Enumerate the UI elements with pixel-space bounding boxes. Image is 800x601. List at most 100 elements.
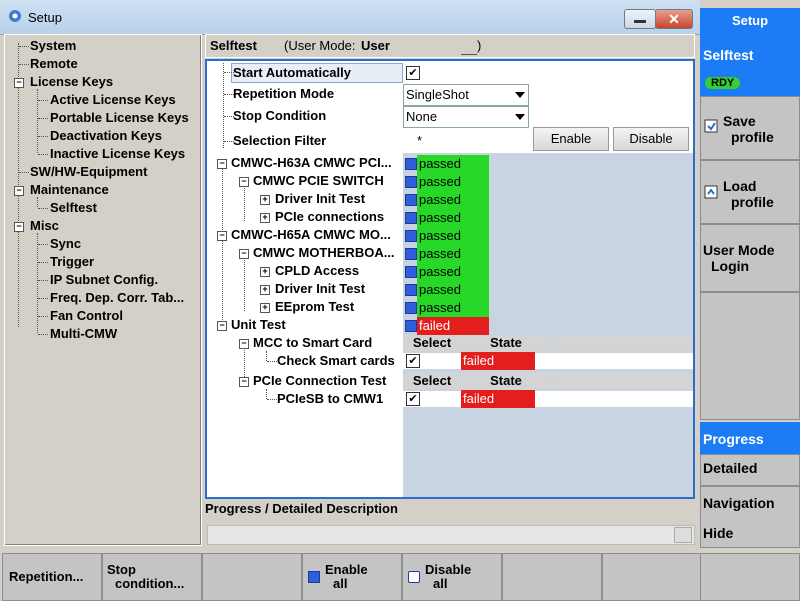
tree-item-portable-license-keys[interactable]: Portable License Keys xyxy=(50,110,189,125)
test-node-cmwc-h63a[interactable]: CMWC-H63A CMWC PCI... xyxy=(231,155,392,170)
window-title: Setup xyxy=(28,10,62,25)
enable-all-softkey[interactable]: Enable all xyxy=(302,553,402,601)
collapse-icon[interactable]: − xyxy=(239,249,249,259)
status-badge: passed xyxy=(417,191,489,209)
check-smart-cards-checkbox[interactable]: ✔ xyxy=(406,354,420,368)
selftest-softkey[interactable]: Selftest RDY xyxy=(700,34,800,96)
tree-item-ip-subnet-config[interactable]: IP Subnet Config. xyxy=(50,272,158,287)
test-node-eeprom-test[interactable]: EEprom Test xyxy=(275,299,354,314)
select-indicator[interactable] xyxy=(405,230,417,242)
disable-all-softkey[interactable]: Disable all xyxy=(402,553,502,601)
select-indicator[interactable] xyxy=(405,212,417,224)
selection-filter-value[interactable]: * xyxy=(417,133,422,148)
tree-item-multi-cmw[interactable]: Multi-CMW xyxy=(50,326,117,341)
stop-softkey-line2: condition... xyxy=(115,576,185,591)
selection-filter-label: Selection Filter xyxy=(233,133,327,148)
stop-condition-softkey[interactable]: Stop condition... xyxy=(102,553,202,601)
select-column-header: Select xyxy=(403,373,461,389)
expand-icon[interactable]: + xyxy=(260,285,270,295)
disable-all-icon xyxy=(408,571,420,583)
tree-item-system[interactable]: System xyxy=(30,38,76,53)
navigation-label: Navigation xyxy=(703,495,775,511)
collapse-icon[interactable]: − xyxy=(239,177,249,187)
load-profile-softkey[interactable]: Load profile xyxy=(700,160,800,224)
tree-item-license-keys[interactable]: License Keys xyxy=(30,74,113,89)
test-node-check-smart-cards[interactable]: Check Smart cards xyxy=(277,353,395,368)
state-column-header: State xyxy=(461,335,551,351)
collapse-icon[interactable]: − xyxy=(217,231,227,241)
test-node-unit-test[interactable]: Unit Test xyxy=(231,317,286,332)
detailed-softkey[interactable]: Detailed xyxy=(700,454,800,486)
test-node-cmwc-h65a[interactable]: CMWC-H65A CMWC MO... xyxy=(231,227,391,242)
settings-tree: System Remote − License Keys Active Lice… xyxy=(4,34,202,546)
pciesb-checkbox[interactable]: ✔ xyxy=(406,392,420,406)
close-icon: ✕ xyxy=(668,11,680,27)
select-indicator[interactable] xyxy=(405,194,417,206)
test-label-column: Start Automatically Repetition Mode Stop… xyxy=(207,61,403,497)
select-indicator[interactable] xyxy=(405,302,417,314)
tree-item-deactivation-keys[interactable]: Deactivation Keys xyxy=(50,128,162,143)
tree-item-remote[interactable]: Remote xyxy=(30,56,78,71)
user-mode-suffix: ) xyxy=(477,38,482,53)
expand-icon[interactable]: + xyxy=(260,267,270,277)
empty-softkey xyxy=(700,292,800,420)
tree-item-sw-hw-equipment[interactable]: SW/HW-Equipment xyxy=(30,164,147,179)
collapse-icon[interactable]: − xyxy=(14,186,24,196)
status-badge: passed xyxy=(417,281,489,299)
tree-item-inactive-license-keys[interactable]: Inactive License Keys xyxy=(50,146,185,161)
test-node-cpld-access[interactable]: CPLD Access xyxy=(275,263,359,278)
select-indicator[interactable] xyxy=(405,266,417,278)
stop-condition-select[interactable]: None xyxy=(403,106,529,128)
select-indicator[interactable] xyxy=(405,320,417,332)
collapse-icon[interactable]: − xyxy=(14,222,24,232)
expand-icon[interactable]: + xyxy=(260,303,270,313)
user-mode-line1: User Mode xyxy=(703,242,775,258)
collapse-icon[interactable]: − xyxy=(239,377,249,387)
navigation-hide-softkey[interactable]: Navigation Hide xyxy=(700,486,800,548)
page-title: Selftest xyxy=(210,38,257,53)
tree-item-misc[interactable]: Misc xyxy=(30,218,59,233)
status-badge: passed xyxy=(417,245,489,263)
expand-icon[interactable]: + xyxy=(260,213,270,223)
disable-button[interactable]: Disable xyxy=(613,127,689,151)
scroll-handle[interactable] xyxy=(674,527,692,543)
empty-softkey xyxy=(502,553,602,601)
save-icon xyxy=(704,119,718,133)
minimize-button[interactable] xyxy=(624,9,656,29)
collapse-icon[interactable]: − xyxy=(239,339,249,349)
tree-item-maintenance[interactable]: Maintenance xyxy=(30,182,109,197)
collapse-icon[interactable]: − xyxy=(217,321,227,331)
collapse-icon[interactable]: − xyxy=(217,159,227,169)
tree-item-sync[interactable]: Sync xyxy=(50,236,81,251)
repetition-mode-select[interactable]: SingleShot xyxy=(403,84,529,106)
test-node-cmwc-motherboard[interactable]: CMWC MOTHERBOA... xyxy=(253,245,395,260)
test-node-driver-init-test-2[interactable]: Driver Init Test xyxy=(275,281,365,296)
save-profile-softkey[interactable]: Save profile xyxy=(700,96,800,160)
start-automatically-checkbox[interactable]: ✔ xyxy=(406,66,420,80)
chevron-down-icon xyxy=(515,92,525,98)
test-node-pciesb-to-cmw1[interactable]: PCIeSB to CMW1 xyxy=(277,391,383,406)
close-button[interactable]: ✕ xyxy=(655,9,693,29)
user-mode-login-softkey[interactable]: User Mode Login xyxy=(700,224,800,292)
enable-button[interactable]: Enable xyxy=(533,127,609,151)
select-indicator[interactable] xyxy=(405,158,417,170)
tree-item-selftest[interactable]: Selftest xyxy=(50,200,97,215)
tree-item-trigger[interactable]: Trigger xyxy=(50,254,94,269)
select-indicator[interactable] xyxy=(405,176,417,188)
test-node-mcc-to-smart-card[interactable]: MCC to Smart Card xyxy=(253,335,372,350)
collapse-icon[interactable]: − xyxy=(14,78,24,88)
test-node-pcie-connections[interactable]: PCIe connections xyxy=(275,209,384,224)
select-indicator[interactable] xyxy=(405,248,417,260)
test-node-pcie-connection-test[interactable]: PCIe Connection Test xyxy=(253,373,386,388)
rdy-badge: RDY xyxy=(705,77,741,89)
test-node-cmwc-pcie-switch[interactable]: CMWC PCIE SWITCH xyxy=(253,173,384,188)
select-indicator[interactable] xyxy=(405,284,417,296)
test-node-driver-init-test[interactable]: Driver Init Test xyxy=(275,191,365,206)
tree-item-fan-control[interactable]: Fan Control xyxy=(50,308,123,323)
repetition-softkey[interactable]: Repetition... xyxy=(2,553,102,601)
repetition-mode-value: SingleShot xyxy=(406,87,469,102)
tree-item-freq-dep-corr-tab[interactable]: Freq. Dep. Corr. Tab... xyxy=(50,290,184,305)
tree-item-active-license-keys[interactable]: Active License Keys xyxy=(50,92,176,107)
expand-icon[interactable]: + xyxy=(260,195,270,205)
progress-softkey[interactable]: Progress xyxy=(700,422,800,454)
